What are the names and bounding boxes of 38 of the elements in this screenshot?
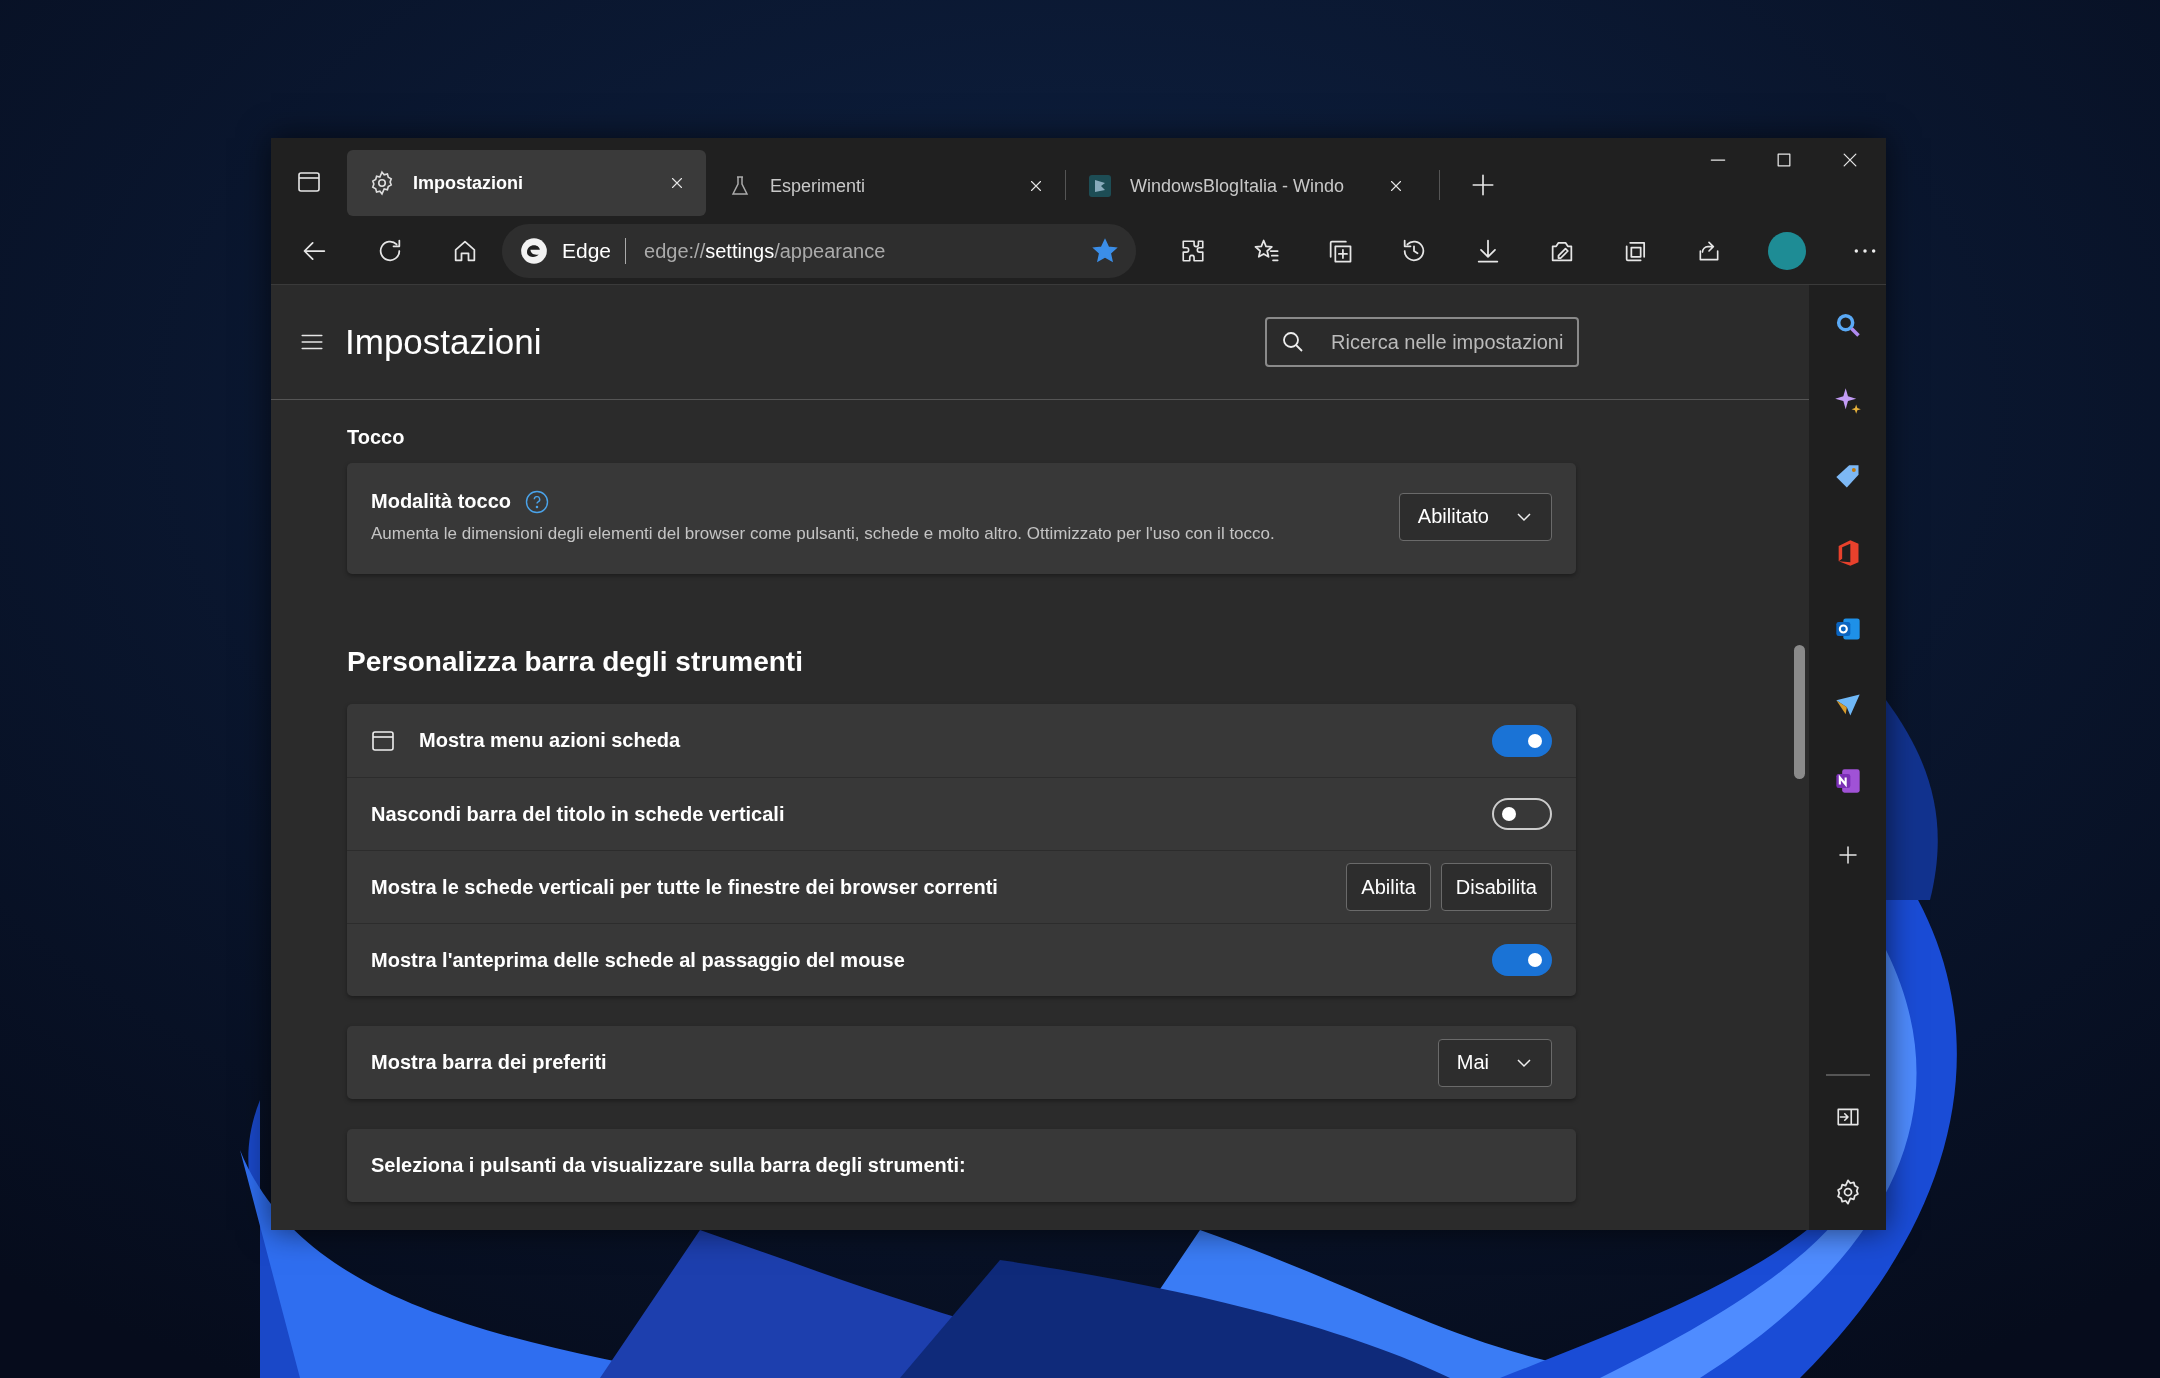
setting-label: Nascondi barra del titolo in schede verticali (371, 802, 786, 826)
toggle-switch[interactable] (1492, 724, 1552, 757)
help-icon[interactable] (525, 489, 549, 514)
notebook-icon[interactable] (1833, 767, 1862, 795)
browser-tab[interactable]: Esperimenti (706, 154, 1065, 218)
browser-logo-icon (520, 237, 548, 265)
browser-tab[interactable]: WindowsBlogItalia - Windo (1066, 154, 1425, 218)
profile-avatar[interactable] (1768, 232, 1806, 270)
setting-label: Mostra barra dei preferiti (371, 1051, 607, 1074)
scrollbar[interactable] (1794, 645, 1805, 779)
setting-label: Mostra menu azioni scheda (419, 729, 682, 752)
site-icon (1088, 174, 1112, 198)
tab-actions-icon[interactable] (297, 170, 321, 194)
setting-description: Aumenta le dimensioni degli elementi del browser come pulsanti, schede e molto altro. Ottimizzato per l'uso con il tocco. (371, 523, 1276, 544)
browser-tab[interactable]: Impostazioni (347, 150, 706, 216)
search-icon (1281, 330, 1305, 354)
puzzle-icon[interactable] (1180, 238, 1206, 264)
address-bar[interactable]: Edge edge://settings/appearance (502, 224, 1136, 278)
setting-label: Seleziona i pulsanti da visualizzare sulla barra degli strumenti: (371, 1154, 966, 1177)
toggle-switch[interactable] (1492, 944, 1552, 976)
browser-name: Edge (562, 239, 612, 263)
star-icon[interactable] (1092, 238, 1118, 264)
setting-label: Modalità tocco (371, 490, 511, 513)
dropdown[interactable]: Mai (1437, 1038, 1552, 1087)
section-label: Tocco (347, 426, 406, 449)
toggle-switch[interactable] (1492, 798, 1552, 830)
action-button[interactable]: Abilita (1346, 863, 1431, 911)
search-field[interactable]: Ricerca nelle impostazioni (1265, 317, 1579, 367)
new-tab-icon[interactable] (1470, 172, 1496, 198)
section-heading: Personalizza barra degli strumenti (347, 646, 804, 678)
settings-icon (369, 170, 395, 196)
page-title: Impostazioni (345, 322, 543, 362)
action-button[interactable]: Disabilita (1440, 863, 1552, 911)
sparkle-icon[interactable] (1833, 387, 1862, 415)
setting-label: Mostra l'anteprima delle schede al passaggio del mouse (371, 948, 906, 972)
url-text[interactable]: edge://settings/appearance (644, 239, 1092, 263)
dropdown[interactable]: Abilitato (1398, 492, 1552, 541)
setting-label: Mostra le schede verticali per tutte le finestre dei browser correnti (371, 875, 999, 899)
